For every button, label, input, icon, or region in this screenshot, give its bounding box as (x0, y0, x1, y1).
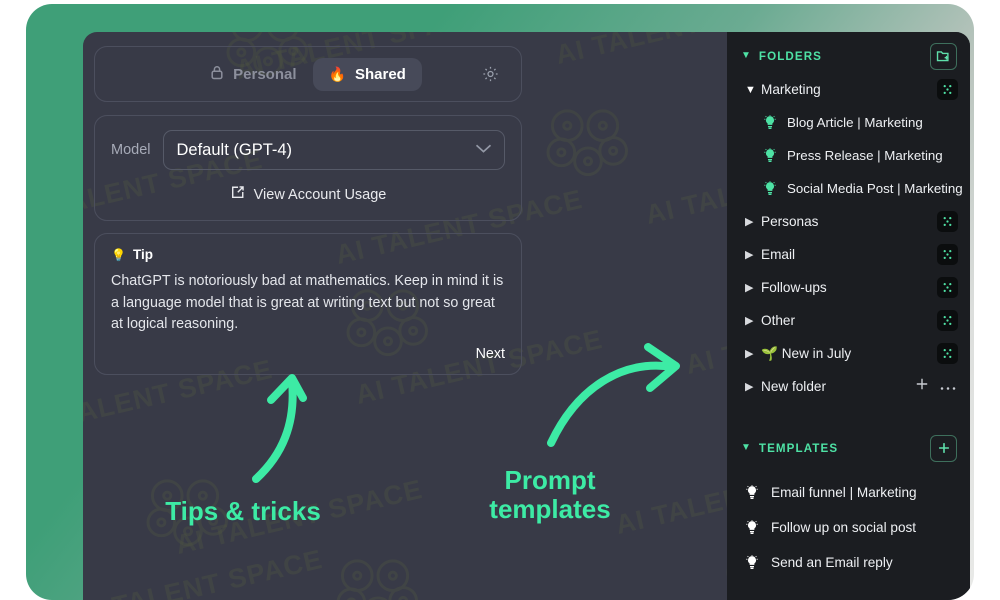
annotation-tips-label: Tips & tricks (165, 496, 321, 526)
annotation-prompts-label: Prompt templates (470, 465, 630, 525)
annotation-prompts-line2: templates (489, 494, 611, 525)
annotation-prompts-line1: Prompt (504, 465, 596, 495)
curved-arrow-right-icon (547, 343, 680, 447)
curved-arrow-up-icon (252, 374, 307, 483)
screenshot-root: AI TALENT SPACE AI TALENT SPACE AI TALEN… (0, 0, 1000, 600)
